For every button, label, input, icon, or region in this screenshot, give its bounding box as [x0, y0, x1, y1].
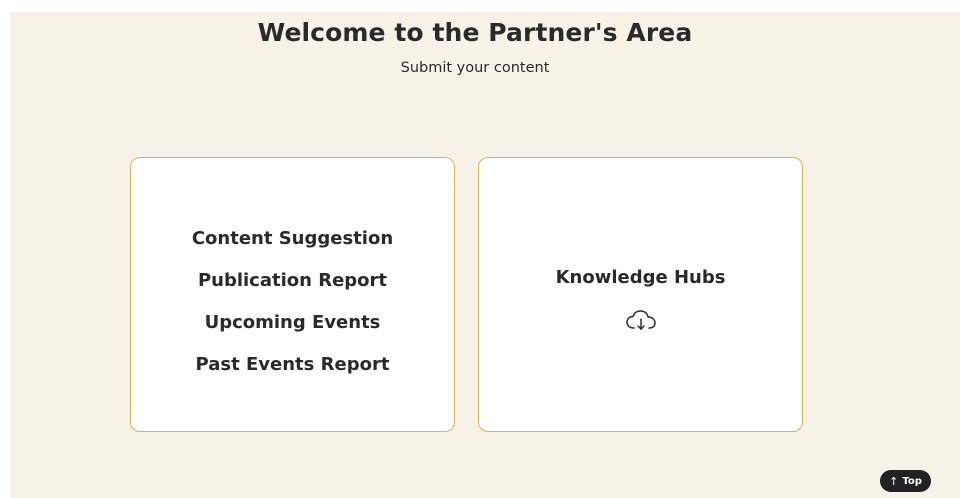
- publication-report-link[interactable]: Publication Report: [131, 260, 454, 302]
- upcoming-events-link[interactable]: Upcoming Events: [131, 302, 454, 344]
- page-subtitle: Submit your content: [400, 60, 550, 76]
- past-events-report-link[interactable]: Past Events Report: [131, 344, 454, 386]
- knowledge-hubs-link[interactable]: Knowledge Hubs: [479, 267, 802, 288]
- scroll-to-top-button[interactable]: ↑ Top: [880, 470, 931, 492]
- partner-area-page: Welcome to the Partner's Area Submit you…: [10, 12, 960, 498]
- submission-links: Content Suggestion Publication Report Up…: [131, 218, 454, 386]
- scroll-to-top-label: Top: [902, 475, 922, 487]
- submission-card: Content Suggestion Publication Report Up…: [130, 157, 455, 432]
- page-title: Welcome to the Partner's Area: [257, 18, 693, 47]
- content-suggestion-link[interactable]: Content Suggestion: [131, 218, 454, 260]
- cloud-download-icon[interactable]: [625, 308, 659, 332]
- arrow-up-icon: ↑: [889, 474, 899, 488]
- knowledge-hubs-card: Knowledge Hubs: [478, 157, 803, 432]
